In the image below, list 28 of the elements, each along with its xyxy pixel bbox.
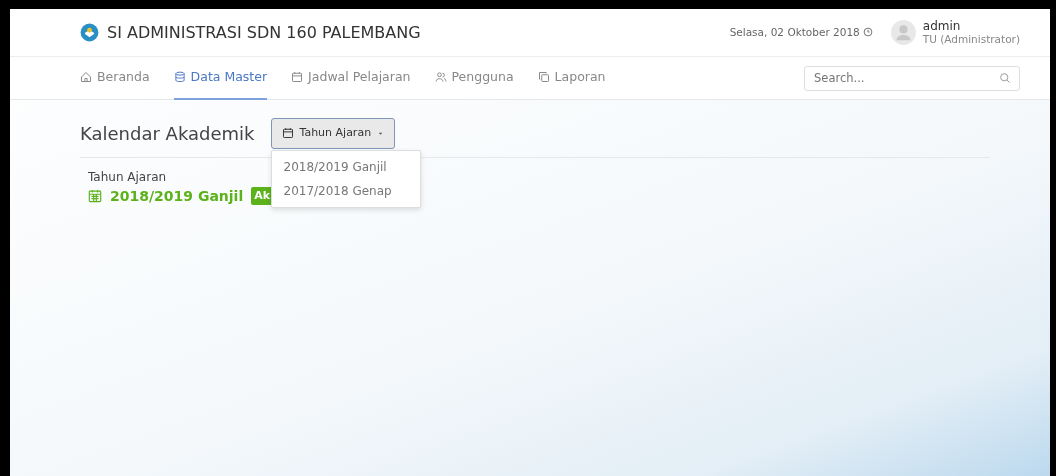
page-title: Kalendar Akademik xyxy=(80,121,255,146)
menu-item[interactable]: 2017/2018 Genap xyxy=(271,178,420,203)
nav-tab[interactable]: Beranda xyxy=(80,55,150,101)
home-icon xyxy=(80,71,92,83)
users-icon xyxy=(434,71,447,83)
nav-tab[interactable]: Laporan xyxy=(537,55,606,101)
app-title: SI ADMINISTRASI SDN 160 PALEMBANG xyxy=(107,21,421,44)
database-icon xyxy=(173,71,186,83)
calendar-icon xyxy=(88,189,102,203)
dropdown-button[interactable]: Tahun Ajaran xyxy=(270,118,396,149)
year-value: 2018/2019 Ganjil xyxy=(110,186,244,206)
clock-icon xyxy=(862,27,873,38)
avatar-icon xyxy=(890,20,916,45)
logo-icon xyxy=(80,23,99,42)
nav-tab[interactable]: Jadwal Pelajaran xyxy=(291,55,411,101)
nav-tab[interactable]: Pengguna xyxy=(434,55,514,101)
calendar-icon xyxy=(281,127,294,140)
nav-tab[interactable]: Data Master xyxy=(173,55,268,101)
search-field[interactable]: Search... xyxy=(804,65,1020,91)
copy-icon xyxy=(537,71,550,83)
search-icon xyxy=(999,72,1011,85)
menu-item[interactable]: 2018/2019 Ganjil xyxy=(271,154,420,179)
field-label: Tahun Ajaran xyxy=(88,168,167,186)
user-name: admin xyxy=(922,19,962,34)
user-role: TU (Administrator) xyxy=(922,33,1020,46)
calendar-icon xyxy=(291,71,304,83)
status-badge: Ak xyxy=(251,186,274,206)
date-text: Selasa, 02 Oktober 2018 xyxy=(729,24,860,40)
